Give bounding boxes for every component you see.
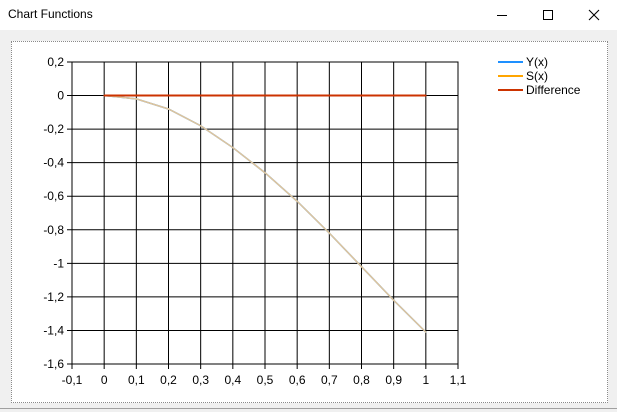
- x-tick-label: 0,9: [385, 373, 402, 387]
- chart-functions-window: Chart Functions -0,1 0 0,1 0,2 0,3 0,4 0,5 0,6 0…: [0, 0, 617, 412]
- y-tick-label: -0,4: [43, 156, 64, 170]
- y-tick-label: -0,6: [43, 189, 64, 203]
- series-point: [296, 200, 298, 203]
- series-point: [425, 331, 427, 333]
- x-tick-label: 0,4: [224, 373, 241, 387]
- y-tick-label: -1: [53, 256, 64, 270]
- x-tick-label: 0,2: [160, 373, 177, 387]
- series-point: [264, 171, 266, 174]
- series-point: [264, 94, 266, 97]
- series-point: [135, 98, 138, 100]
- chart-area: -0,1 0 0,1 0,2 0,3 0,4 0,5 0,6 0,7 0,8 0,9 1 1,1 0,2 0…: [43, 55, 581, 387]
- window-title: Chart Functions: [8, 7, 93, 21]
- grid: [67, 61, 459, 369]
- y-tick-label: -0,8: [43, 223, 64, 237]
- series-point: [328, 94, 331, 97]
- y-tick-label: 0,2: [47, 55, 64, 69]
- x-tick-label: 0,5: [257, 373, 274, 387]
- series-point: [167, 108, 170, 110]
- series-point: [425, 94, 427, 97]
- series-point: [392, 299, 395, 302]
- y-tick-label: -0,2: [43, 122, 64, 136]
- tick-labels: -0,1 0 0,1 0,2 0,3 0,4 0,5 0,6 0,7 0,8 0,9 1 1,1 0,2 0…: [43, 55, 466, 387]
- series-point: [199, 94, 202, 97]
- legend-label: Difference: [526, 83, 581, 97]
- series-point: [199, 124, 202, 127]
- legend: Y(x)S(x)Difference: [498, 55, 581, 97]
- series-point: [328, 232, 331, 234]
- close-icon: [588, 9, 600, 21]
- y-tick-label: 0: [57, 89, 64, 103]
- title-bar[interactable]: Chart Functions: [0, 0, 617, 30]
- x-tick-label: 0,1: [128, 373, 145, 387]
- minimize-button[interactable]: [479, 0, 525, 30]
- y-tick-label: -1,6: [43, 357, 64, 371]
- x-tick-label: 0,8: [353, 373, 370, 387]
- series-point: [360, 265, 363, 268]
- legend-label: Y(x): [526, 55, 548, 69]
- x-tick-label: 0,6: [289, 373, 306, 387]
- series-point: [232, 94, 234, 97]
- x-tick-label: -0,1: [62, 373, 83, 387]
- series-point: [167, 94, 170, 97]
- y-tick-label: -1,4: [43, 323, 64, 337]
- maximize-icon: [543, 10, 553, 20]
- series-point: [103, 94, 105, 97]
- maximize-button[interactable]: [525, 0, 571, 30]
- series-point: [392, 94, 395, 97]
- window-bottom-edge: [0, 408, 617, 409]
- series-point: [360, 94, 363, 97]
- x-tick-label: 1,1: [450, 373, 467, 387]
- legend-label: S(x): [526, 69, 548, 83]
- y-tick-label: -1,2: [43, 290, 64, 304]
- series-point: [135, 94, 138, 97]
- series-point: [296, 94, 298, 97]
- x-tick-label: 0,7: [321, 373, 338, 387]
- x-tick-label: 0: [101, 373, 108, 387]
- minimize-icon: [497, 15, 507, 16]
- x-tick-label: 0,3: [192, 373, 209, 387]
- close-button[interactable]: [571, 0, 617, 30]
- x-tick-label: 1: [422, 373, 429, 387]
- series-point: [232, 146, 234, 149]
- chart-control: -0,1 0 0,1 0,2 0,3 0,4 0,5 0,6 0,7 0,8 0,9 1 1,1 0,2 0…: [11, 41, 608, 403]
